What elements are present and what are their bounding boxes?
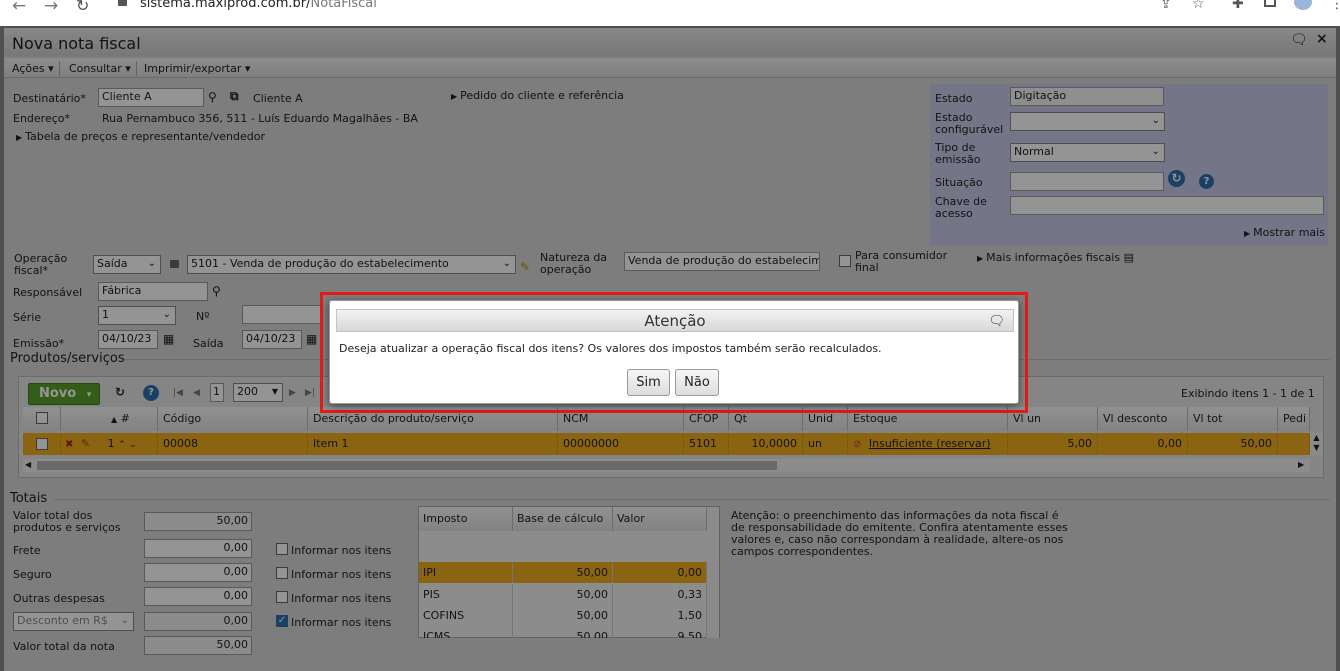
bookmark-icon[interactable]: ☆: [1192, 0, 1205, 12]
extensions-icon[interactable]: ✚: [1232, 0, 1244, 12]
url-host: sistema.maxiprod.com.br/: [140, 0, 311, 11]
browser-menu-icon[interactable]: ⋮: [1330, 0, 1340, 12]
no-button[interactable]: Não: [675, 369, 719, 396]
confirm-dialog: Atenção 🗨 Deseja atualizar a operação fi…: [329, 300, 1019, 404]
url-bar[interactable]: sistema.maxiprod.com.br/NotaFiscal: [140, 0, 377, 11]
dialog-title: Atenção: [644, 312, 706, 330]
dialog-titlebar: Atenção 🗨: [336, 309, 1014, 332]
comment-icon[interactable]: 🗨: [988, 310, 1005, 333]
forward-icon[interactable]: →: [44, 0, 58, 16]
back-icon[interactable]: ←: [12, 0, 26, 16]
lock-icon: [118, 0, 127, 6]
yes-button[interactable]: Sim: [627, 369, 670, 396]
share-icon[interactable]: ⇪: [1160, 0, 1172, 12]
avatar[interactable]: [1294, 0, 1312, 10]
browser-chrome: ← → ↻ sistema.maxiprod.com.br/NotaFiscal…: [0, 0, 1340, 26]
sidepanel-icon[interactable]: [1264, 0, 1276, 7]
url-path: NotaFiscal: [310, 0, 377, 11]
reload-icon[interactable]: ↻: [76, 0, 89, 15]
dialog-message: Deseja atualizar a operação fiscal dos i…: [339, 342, 882, 355]
